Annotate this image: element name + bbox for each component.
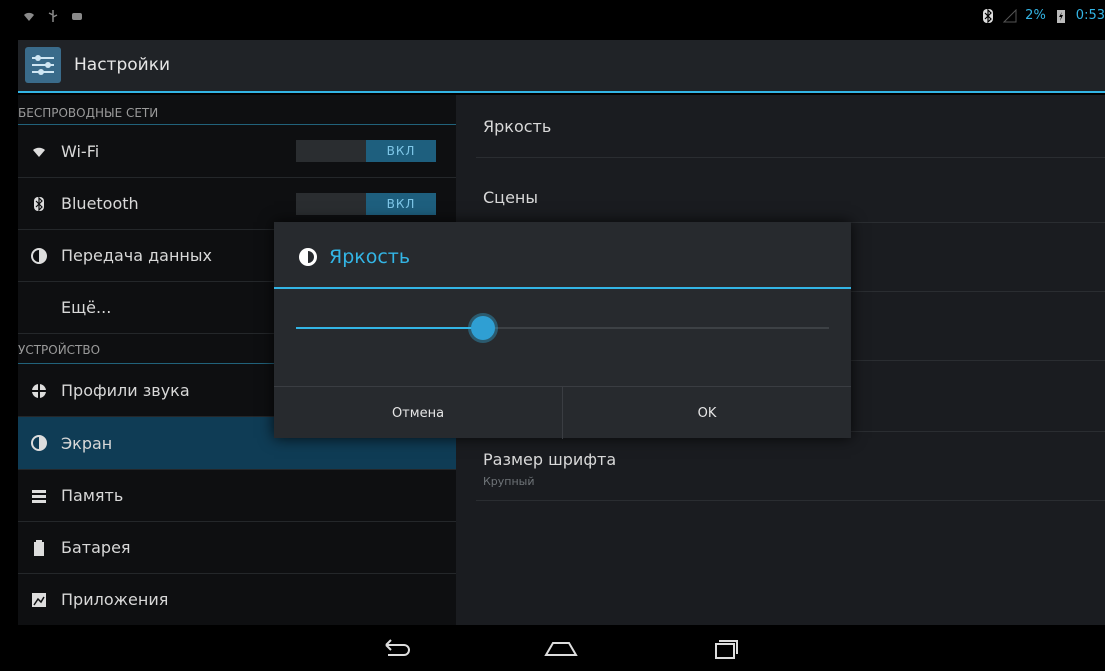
- clock: 0:53: [1075, 8, 1105, 23]
- sidebar-item-apps[interactable]: Приложения: [18, 574, 456, 625]
- sidebar-item-label: Профили звука: [61, 381, 190, 400]
- apps-icon: [31, 592, 47, 608]
- settings-app-icon[interactable]: [25, 47, 61, 83]
- dialog-title: Яркость: [329, 246, 411, 268]
- sidebar-item-storage[interactable]: Память: [18, 470, 456, 522]
- toggle-on-label: ВКЛ: [366, 193, 436, 215]
- slider-fill: [296, 327, 483, 329]
- navigation-bar: [0, 625, 1105, 671]
- display-icon: [31, 435, 47, 451]
- home-icon[interactable]: [543, 635, 579, 661]
- section-header-device: УСТРОЙСТВО: [18, 343, 101, 357]
- wifi-icon: [24, 12, 34, 21]
- section-header-wireless: БЕСПРОВОДНЫЕ СЕТИ: [18, 106, 159, 120]
- usb-icon: [48, 10, 58, 22]
- slider-thumb[interactable]: [470, 316, 495, 340]
- sidebar-item-label: Передача данных: [61, 246, 212, 265]
- recent-apps-icon[interactable]: [707, 635, 743, 661]
- brightness-dialog: Яркость Отмена OK: [274, 222, 851, 439]
- storage-icon: [31, 488, 47, 504]
- setting-title: Яркость: [483, 117, 552, 136]
- setting-brightness[interactable]: Яркость: [476, 95, 1105, 158]
- status-bar: 2% 0:53: [0, 0, 1105, 34]
- ok-button[interactable]: OK: [563, 387, 851, 439]
- page-title: Настройки: [74, 55, 171, 75]
- brightness-icon: [298, 247, 318, 267]
- setting-subtitle: Крупный: [483, 475, 535, 488]
- wifi-icon: [31, 143, 47, 159]
- sidebar-item-label: Bluetooth: [61, 194, 139, 213]
- setting-font-size[interactable]: Размер шрифта Крупный: [476, 432, 1105, 501]
- sidebar-item-label: Память: [61, 486, 124, 505]
- bluetooth-toggle[interactable]: ВКЛ: [296, 193, 436, 215]
- action-bar: Настройки: [18, 40, 1105, 93]
- android-debug-icon: [72, 13, 82, 20]
- dialog-title-divider: [274, 287, 851, 289]
- sidebar-item-label: Батарея: [61, 538, 131, 557]
- sidebar-item-battery[interactable]: Батарея: [18, 522, 456, 574]
- bluetooth-icon: [31, 196, 47, 212]
- setting-scenes[interactable]: Сцены: [476, 158, 1105, 223]
- sidebar-item-label: Приложения: [61, 590, 169, 609]
- dialog-button-bar: Отмена OK: [274, 386, 851, 439]
- sidebar-item-wifi[interactable]: Wi-Fi ВКЛ: [18, 125, 456, 178]
- setting-title: Сцены: [483, 188, 538, 207]
- sound-profile-icon: [31, 383, 47, 399]
- cancel-button[interactable]: Отмена: [274, 387, 563, 439]
- setting-title: Размер шрифта: [483, 450, 617, 469]
- battery-icon: [31, 539, 47, 556]
- brightness-slider[interactable]: [296, 316, 829, 340]
- sidebar-item-label: Wi-Fi: [61, 141, 100, 161]
- data-usage-icon: [31, 247, 47, 264]
- sidebar-item-label: Экран: [61, 433, 113, 453]
- wifi-toggle[interactable]: ВКЛ: [296, 140, 436, 162]
- sidebar-item-label: Ещё...: [61, 298, 112, 317]
- battery-icon: [1056, 9, 1065, 23]
- back-icon[interactable]: [378, 635, 414, 661]
- toggle-on-label: ВКЛ: [366, 140, 436, 162]
- battery-percent: 2%: [1025, 8, 1046, 23]
- sliders-icon: [32, 55, 54, 75]
- signal-icon: [1003, 8, 1017, 22]
- bluetooth-icon: [983, 8, 994, 23]
